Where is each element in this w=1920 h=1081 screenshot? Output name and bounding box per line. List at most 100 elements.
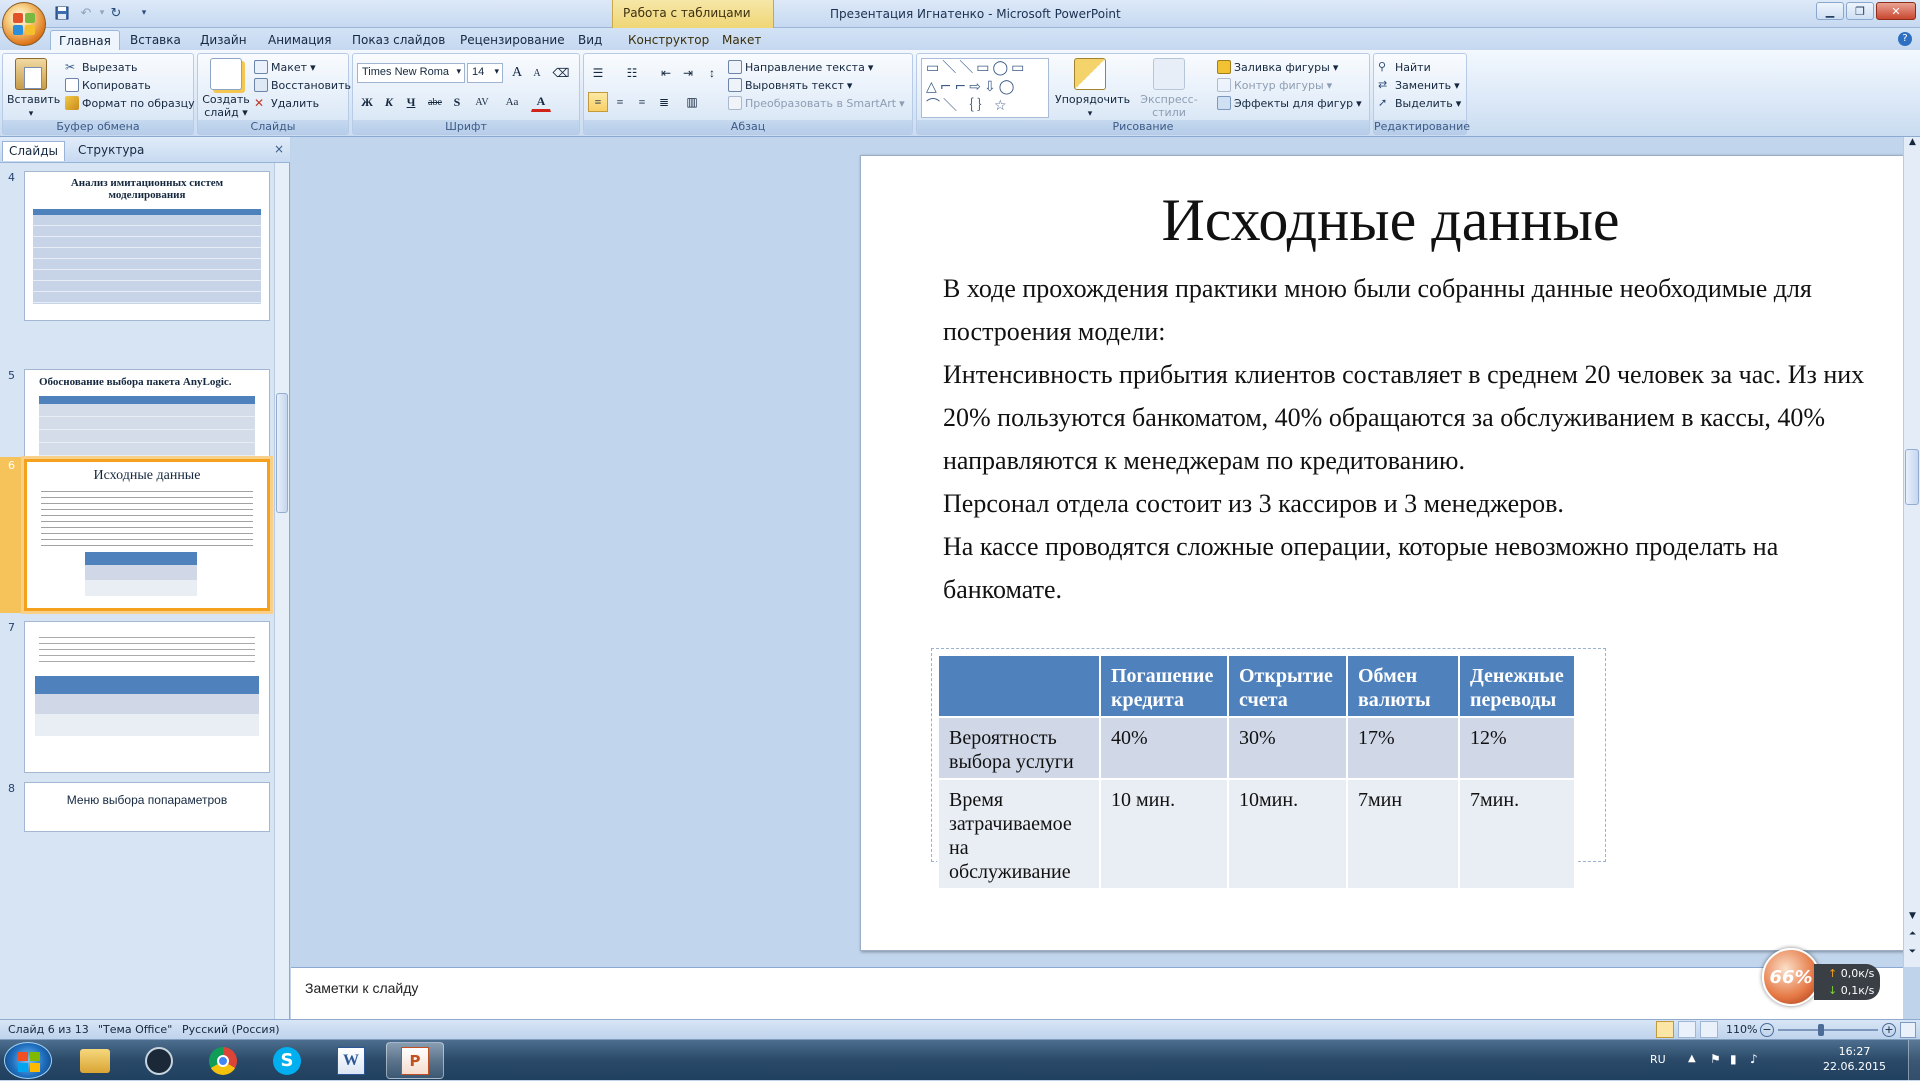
align-right-icon[interactable]: ≡ bbox=[632, 92, 652, 112]
select-button[interactable]: ➚ Выделить ▾ bbox=[1378, 96, 1461, 110]
underline-button[interactable]: Ч bbox=[401, 92, 421, 112]
cut-button[interactable]: ✂ Вырезать bbox=[65, 60, 137, 74]
keyboard-language[interactable]: RU bbox=[1650, 1053, 1666, 1066]
shapes-gallery[interactable]: ▭＼＼▭◯▭ △⌐⌐⇨⇩◯ ⌒＼｛｝☆ bbox=[921, 58, 1049, 118]
bold-button[interactable]: Ж bbox=[357, 92, 377, 112]
theme-name[interactable]: "Тема Office" bbox=[98, 1023, 172, 1036]
delete-slide-button[interactable]: ✕ Удалить bbox=[254, 96, 319, 110]
customize-qat-icon[interactable]: ▾ bbox=[134, 4, 154, 22]
scroll-thumb[interactable] bbox=[276, 393, 288, 513]
columns-icon[interactable]: ▥ bbox=[682, 92, 702, 112]
tab-design[interactable]: Дизайн bbox=[192, 30, 255, 50]
font-family-select[interactable]: Times New Roma ▾ bbox=[357, 63, 465, 83]
chrome-taskbar-icon[interactable] bbox=[194, 1042, 252, 1079]
slide-title[interactable]: Исходные данные bbox=[861, 186, 1920, 255]
slide-body-text[interactable]: В ходе прохождения практики мною были со… bbox=[943, 267, 1873, 611]
shape-fill-button[interactable]: Заливка фигуры ▾ bbox=[1217, 60, 1338, 74]
shrink-font-button[interactable]: A bbox=[527, 63, 547, 83]
shape-outline-button[interactable]: Контур фигуры ▾ bbox=[1217, 78, 1332, 92]
justify-icon[interactable]: ≣ bbox=[654, 92, 674, 112]
tab-animation[interactable]: Анимация bbox=[260, 30, 339, 50]
slide-thumbnail-6[interactable]: 6 Исходные данные bbox=[0, 457, 270, 619]
increase-indent-icon[interactable]: ⇥ bbox=[678, 63, 698, 83]
slide-thumbnail-7[interactable]: 7 bbox=[4, 621, 270, 773]
italic-button[interactable]: К bbox=[379, 92, 399, 112]
word-taskbar-icon[interactable]: W bbox=[322, 1042, 380, 1079]
shape-effects-button[interactable]: Эффекты для фигур ▾ bbox=[1217, 96, 1362, 110]
align-center-icon[interactable]: ≡ bbox=[610, 92, 630, 112]
table-cell[interactable]: 7мин bbox=[1346, 778, 1460, 890]
find-button[interactable]: ⚲ Найти bbox=[1378, 60, 1431, 74]
table-header-cell[interactable]: Погашение кредита bbox=[1099, 654, 1229, 718]
convert-smartart-button[interactable]: Преобразовать в SmartArt ▾ bbox=[728, 96, 905, 110]
text-direction-button[interactable]: Направление текста ▾ bbox=[728, 60, 873, 74]
tab-table-layout[interactable]: Макет bbox=[714, 30, 769, 50]
table-cell[interactable]: 10мин. bbox=[1227, 778, 1348, 890]
align-left-icon[interactable]: ≡ bbox=[588, 92, 608, 112]
line-spacing-icon[interactable]: ↕ bbox=[702, 63, 722, 83]
table-cell[interactable]: 12% bbox=[1458, 716, 1576, 780]
table-cell[interactable]: Вероятность выбора услуги bbox=[937, 716, 1101, 780]
arrange-button[interactable]: Упорядочить ▾ bbox=[1055, 56, 1130, 120]
grow-font-button[interactable]: A bbox=[507, 63, 527, 83]
slide-thumbnail-4[interactable]: 4 Анализ имитационных систем моделирован… bbox=[4, 171, 270, 321]
table-header-cell[interactable] bbox=[937, 654, 1101, 718]
notes-pane[interactable]: Заметки к слайду bbox=[291, 967, 1903, 1019]
align-text-button[interactable]: Выровнять текст ▾ bbox=[728, 78, 852, 92]
quick-styles-button[interactable]: Экспресс-стили▾ bbox=[1129, 56, 1209, 132]
tab-insert[interactable]: Вставка bbox=[122, 30, 189, 50]
close-button[interactable]: ✕ bbox=[1876, 2, 1916, 20]
table-cell[interactable]: 30% bbox=[1227, 716, 1348, 780]
bullets-icon[interactable]: ☰ bbox=[588, 63, 608, 83]
slide-thumbnail-8[interactable]: 8 Меню выбора попараметров bbox=[4, 782, 270, 832]
copy-button[interactable]: Копировать bbox=[65, 78, 151, 92]
tab-slides[interactable]: Слайды bbox=[2, 141, 65, 161]
taskbar-clock[interactable]: 16:27 22.06.2015 bbox=[1823, 1044, 1886, 1074]
action-center-icon[interactable]: ⚑ bbox=[1710, 1052, 1721, 1066]
help-icon[interactable]: ? bbox=[1898, 32, 1912, 46]
change-case-button[interactable]: Aa bbox=[499, 92, 525, 112]
next-slide-icon[interactable]: ⏷ bbox=[1905, 947, 1920, 963]
slides-panel-scrollbar[interactable] bbox=[274, 163, 289, 1019]
zoom-in-icon[interactable]: + bbox=[1882, 1023, 1896, 1037]
tab-outline[interactable]: Структура bbox=[72, 141, 150, 161]
table-cell[interactable]: Время затрачиваемое на обслуживание bbox=[937, 778, 1101, 890]
zoom-out-icon[interactable]: − bbox=[1760, 1023, 1774, 1037]
office-button[interactable] bbox=[2, 2, 46, 46]
slide-area-scrollbar[interactable]: ▲ ▼ ⏶ ⏷ bbox=[1903, 137, 1920, 967]
table-header-cell[interactable]: Открытие счета bbox=[1227, 654, 1348, 718]
skype-taskbar-icon[interactable]: S bbox=[258, 1042, 316, 1079]
replace-button[interactable]: ⇄ Заменить ▾ bbox=[1378, 78, 1460, 92]
tab-table-design[interactable]: Конструктор bbox=[620, 30, 717, 50]
tab-slideshow[interactable]: Показ слайдов bbox=[344, 30, 453, 50]
restore-button[interactable]: ❐ bbox=[1846, 2, 1874, 20]
clear-formatting-icon[interactable]: ⌫ bbox=[551, 63, 571, 83]
tab-review[interactable]: Рецензирование bbox=[452, 30, 573, 50]
normal-view-icon[interactable] bbox=[1656, 1021, 1674, 1038]
previous-slide-icon[interactable]: ⏶ bbox=[1905, 929, 1920, 945]
font-color-button[interactable]: A bbox=[531, 92, 551, 112]
table-header-cell[interactable]: Обмен валюты bbox=[1346, 654, 1460, 718]
tab-view[interactable]: Вид bbox=[570, 30, 610, 50]
network-icon[interactable]: ▮ bbox=[1730, 1052, 1737, 1066]
steam-taskbar-icon[interactable] bbox=[130, 1042, 188, 1079]
format-painter-button[interactable]: Формат по образцу bbox=[65, 96, 195, 110]
zoom-slider[interactable] bbox=[1778, 1029, 1878, 1031]
decrease-indent-icon[interactable]: ⇤ bbox=[656, 63, 676, 83]
volume-icon[interactable]: ♪ bbox=[1750, 1052, 1758, 1066]
table-selection-frame[interactable]: Погашение кредита Открытие счета Обмен в… bbox=[931, 648, 1606, 890]
explorer-taskbar-icon[interactable] bbox=[66, 1042, 124, 1079]
powerpoint-taskbar-icon[interactable]: P bbox=[386, 1042, 444, 1079]
services-table[interactable]: Погашение кредита Открытие счета Обмен в… bbox=[937, 654, 1576, 890]
start-button[interactable] bbox=[4, 1042, 52, 1079]
character-spacing-button[interactable]: AV bbox=[469, 92, 495, 112]
table-cell[interactable]: 17% bbox=[1346, 716, 1460, 780]
table-header-cell[interactable]: Денежные переводы bbox=[1458, 654, 1576, 718]
new-slide-button[interactable]: Создать слайд ▾ bbox=[200, 56, 252, 120]
show-hidden-icons-icon[interactable]: ▲ bbox=[1688, 1053, 1696, 1064]
reset-button[interactable]: Восстановить bbox=[254, 78, 351, 92]
save-icon[interactable] bbox=[52, 4, 72, 22]
scroll-up-icon[interactable]: ▲ bbox=[1905, 137, 1920, 153]
slideshow-view-icon[interactable] bbox=[1700, 1021, 1718, 1038]
numbering-icon[interactable]: ☷ bbox=[622, 63, 642, 83]
